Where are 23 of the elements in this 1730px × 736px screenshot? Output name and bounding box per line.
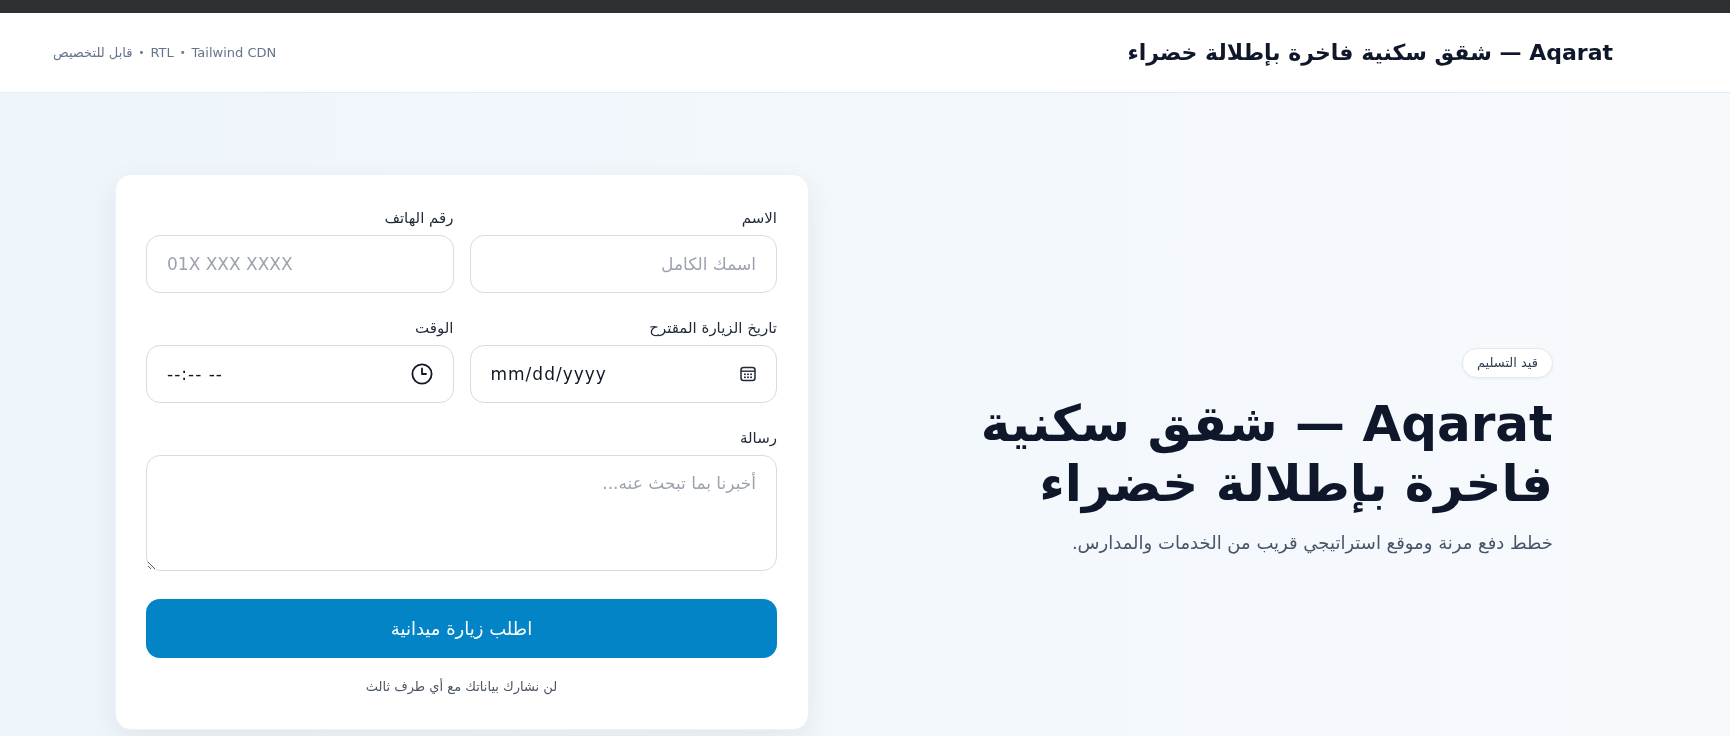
- submit-button[interactable]: اطلب زيارة ميدانية: [146, 599, 777, 658]
- message-field[interactable]: أخبرنا بما تبحث عنه...: [146, 455, 777, 571]
- hero-title: Aqarat — شقق سكنية فاخرة بإطلالة خضراء: [979, 394, 1553, 514]
- header-note: قابل للتخصيص: [53, 45, 133, 60]
- bullet-separator: •: [138, 47, 145, 58]
- input-field[interactable]: اسمك الكامل: [469, 235, 777, 293]
- field-label: رسالة: [740, 428, 777, 449]
- header-note: RTL: [150, 45, 174, 60]
- calendar-icon[interactable]: [740, 366, 756, 382]
- field-label: رقم الهاتف: [384, 208, 454, 229]
- header-note: Tailwind CDN: [191, 45, 277, 60]
- status-badge: قيد التسليم: [1461, 348, 1553, 378]
- field-label: الاسم: [741, 208, 777, 229]
- site-title: Aqarat — شقق سكنية فاخرة بإطلالة خضراء: [1127, 40, 1613, 65]
- bullet-separator: •: [179, 47, 186, 58]
- field-label: الوقت: [415, 318, 454, 339]
- time-field[interactable]: --:-- --: [146, 345, 454, 403]
- hero-subtitle: خطط دفع مرنة وموقع استراتيجي قريب من الخدمات والمدارس.: [1071, 531, 1553, 556]
- clock-icon[interactable]: [410, 363, 433, 385]
- phone-field[interactable]: 01X XXX XXXX: [146, 235, 454, 293]
- privacy-note: لن نشارك بياناتك مع أي طرف ثالث: [364, 678, 559, 696]
- field-label: تاريخ الزيارة المقترح: [649, 318, 777, 339]
- date-field[interactable]: mm/dd/yyyy: [469, 345, 777, 403]
